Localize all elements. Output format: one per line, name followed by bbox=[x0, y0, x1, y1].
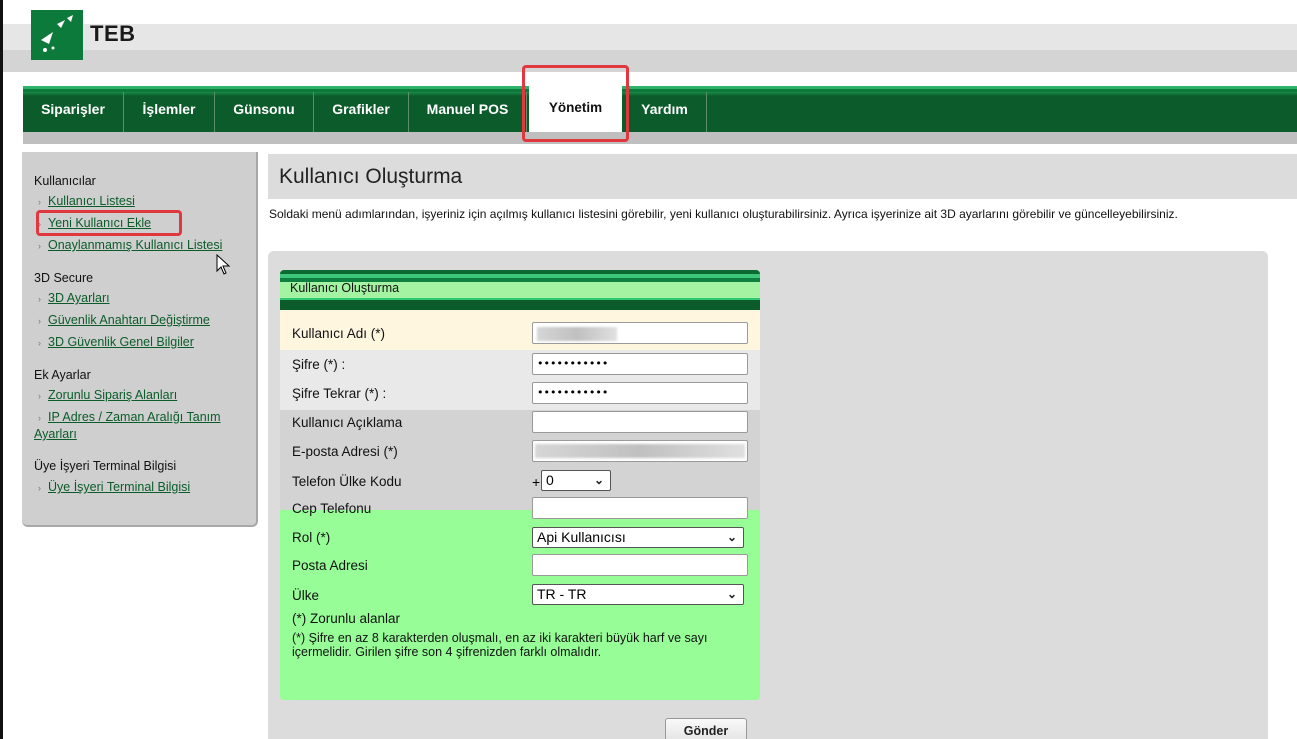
sidebar-section-ek-ayarlar: Ek Ayarlar bbox=[34, 368, 91, 382]
nav-tab-islemler[interactable]: İşlemler bbox=[124, 92, 215, 132]
redacted-value bbox=[537, 327, 617, 341]
sidebar-item-zorunlu-siparis[interactable]: › Zorunlu Sipariş Alanları bbox=[38, 388, 177, 402]
sidebar-item-3d-guvenlik-genel[interactable]: › 3D Güvenlik Genel Bilgiler bbox=[38, 335, 194, 349]
teb-logo-icon[interactable] bbox=[31, 10, 83, 60]
required-fields-note: (*) Zorunlu alanlar bbox=[292, 611, 401, 626]
sidebar-active-highlight bbox=[36, 210, 182, 236]
username-input[interactable] bbox=[532, 322, 748, 344]
chevron-down-icon: ⌄ bbox=[593, 473, 604, 487]
sidebar-item-terminal-bilgisi[interactable]: › Üye İşyeri Terminal Bilgisi bbox=[38, 480, 190, 494]
sidebar-link-label[interactable]: Güvenlik Anahtarı Değiştirme bbox=[48, 313, 210, 327]
bullet-arrow-icon: › bbox=[38, 294, 41, 304]
nav-tab-gunsonu[interactable]: Günsonu bbox=[215, 92, 314, 132]
form-title: Kullanıcı Oluşturma bbox=[290, 281, 400, 295]
sidebar-item-guvenlik-anahtari[interactable]: › Güvenlik Anahtarı Değiştirme bbox=[38, 313, 210, 327]
nav-tab-manuel-pos[interactable]: Manuel POS bbox=[409, 92, 527, 132]
chevron-down-icon: ⌄ bbox=[726, 530, 737, 544]
sidebar-item-onaylanmamis[interactable]: › Onaylanmamış Kullanıcı Listesi bbox=[38, 238, 222, 252]
sidebar-link-label[interactable]: IP Adres / Zaman Aralığı Tanım bbox=[48, 410, 221, 424]
phone-country-prefix: + bbox=[532, 474, 541, 490]
phone-country-label: Telefon Ülke Kodu bbox=[292, 474, 402, 489]
nav-tab-grafikler[interactable]: Grafikler bbox=[314, 92, 409, 132]
sidebar-link-label[interactable]: Kullanıcı Listesi bbox=[48, 194, 135, 208]
description-label: Kullanıcı Açıklama bbox=[292, 415, 403, 430]
address-label: Posta Adresi bbox=[292, 558, 368, 573]
sidebar-section-terminal: Üye İşyeri Terminal Bilgisi bbox=[34, 459, 177, 473]
sidebar-link-label[interactable]: 3D Ayarları bbox=[48, 291, 110, 305]
sidebar-link-label[interactable]: Zorunlu Sipariş Alanları bbox=[48, 388, 177, 402]
sidebar-link-label[interactable]: Ayarları bbox=[34, 427, 77, 441]
nav-tab-yardim[interactable]: Yardım bbox=[623, 92, 707, 132]
sidebar-link-label[interactable]: Üye İşyeri Terminal Bilgisi bbox=[48, 480, 190, 494]
page-description: Soldaki menü adımlarından, işyeriniz içi… bbox=[269, 207, 1178, 221]
bullet-arrow-icon: › bbox=[38, 413, 41, 423]
header-band bbox=[3, 24, 1297, 50]
bullet-arrow-icon: › bbox=[38, 197, 41, 207]
country-select[interactable]: TR - TR ⌄ bbox=[532, 584, 744, 605]
bullet-arrow-icon: › bbox=[38, 316, 41, 326]
email-label: E-posta Adresi (*) bbox=[292, 444, 398, 459]
phone-country-value: 0 bbox=[546, 472, 554, 488]
sidebar-item-ip-adres[interactable]: › IP Adres / Zaman Aralığı Tanım bbox=[38, 410, 221, 424]
password-repeat-input[interactable]: ••••••••••• bbox=[532, 382, 748, 404]
password-rules-note: (*) Şifre en az 8 karakterden oluşmalı, … bbox=[292, 631, 708, 659]
role-select[interactable]: Api Kullanıcısı ⌄ bbox=[532, 527, 744, 548]
bullet-arrow-icon: › bbox=[38, 338, 41, 348]
password-repeat-label: Şifre Tekrar (*) : bbox=[292, 386, 387, 401]
page-title: Kullanıcı Oluşturma bbox=[279, 165, 463, 188]
country-label: Ülke bbox=[292, 588, 320, 603]
bullet-arrow-icon: › bbox=[38, 391, 41, 401]
brand-name: TEB bbox=[90, 21, 136, 46]
nav-tab-siparisler[interactable]: Siparişler bbox=[23, 92, 124, 132]
submit-button[interactable]: Gönder bbox=[665, 718, 747, 739]
email-input[interactable] bbox=[532, 440, 748, 462]
sidebar-section-kullanicilar: Kullanıcılar bbox=[34, 174, 96, 188]
username-label: Kullanıcı Adı (*) bbox=[292, 326, 386, 341]
bullet-arrow-icon: › bbox=[38, 241, 41, 251]
mobile-label: Cep Telefonu bbox=[292, 501, 372, 516]
sidebar-link-label[interactable]: Onaylanmamış Kullanıcı Listesi bbox=[48, 238, 222, 252]
nav-underline bbox=[23, 132, 1297, 144]
sidebar-section-3d-secure: 3D Secure bbox=[34, 271, 94, 285]
country-value: TR - TR bbox=[537, 586, 587, 602]
sidebar-item-3d-ayarlari[interactable]: › 3D Ayarları bbox=[38, 291, 110, 305]
bullet-arrow-icon: › bbox=[38, 483, 41, 493]
password-input[interactable]: ••••••••••• bbox=[532, 353, 748, 375]
sidebar-link-label[interactable]: 3D Güvenlik Genel Bilgiler bbox=[48, 335, 194, 349]
password-label: Şifre (*) : bbox=[292, 357, 346, 372]
role-label: Rol (*) bbox=[292, 530, 331, 545]
sidebar-item-kullanici-listesi[interactable]: › Kullanıcı Listesi bbox=[38, 194, 135, 208]
chevron-down-icon: ⌄ bbox=[726, 587, 737, 601]
window-left-border bbox=[0, 0, 3, 739]
phone-country-select[interactable]: 0 ⌄ bbox=[541, 470, 611, 491]
sidebar-item-ip-adres-cont[interactable]: Ayarları bbox=[34, 427, 77, 441]
nav-active-highlight bbox=[522, 65, 629, 142]
mouse-cursor-icon bbox=[216, 254, 231, 275]
role-value: Api Kullanıcısı bbox=[537, 529, 626, 545]
mobile-input[interactable] bbox=[532, 497, 748, 519]
address-input[interactable] bbox=[532, 554, 748, 576]
header-band-lower bbox=[3, 50, 1297, 72]
redacted-value bbox=[535, 444, 745, 458]
description-input[interactable] bbox=[532, 411, 748, 433]
